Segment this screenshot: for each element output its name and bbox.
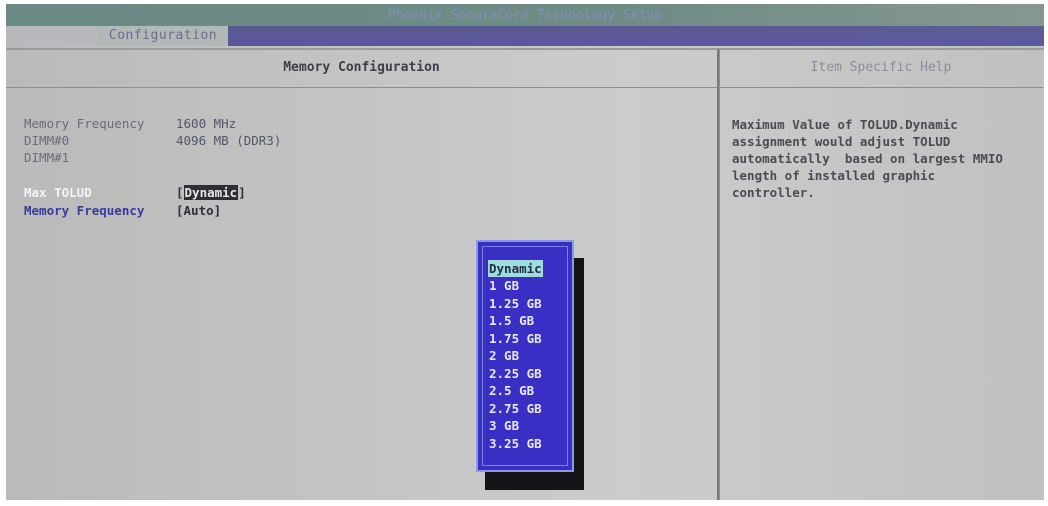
help-panel-header: Item Specific Help <box>719 49 1043 88</box>
popup-option-2-75gb[interactable]: 2.75 GB <box>489 400 542 417</box>
popup-option-3-25gb[interactable]: 3.25 GB <box>489 435 542 452</box>
tolud-options-popup: Dynamic 1 GB 1.25 GB 1.5 GB 1.75 GB 2 GB… <box>476 240 574 472</box>
info-value-dimm0: 4096 MB (DDR3) <box>176 133 282 148</box>
bracket-close: ] <box>238 185 246 200</box>
popup-option-2-25gb[interactable]: 2.25 GB <box>489 365 542 382</box>
option-memory-frequency-value[interactable]: [Auto] <box>176 203 221 218</box>
title-bar: Phoenix SecureCore Technology Setup <box>6 4 1044 26</box>
popup-option-3gb[interactable]: 3 GB <box>489 417 519 434</box>
popup-option-1-75gb[interactable]: 1.75 GB <box>489 330 542 347</box>
popup-option-1-25gb[interactable]: 1.25 GB <box>489 295 542 312</box>
popup-option-1-5gb[interactable]: 1.5 GB <box>489 312 534 329</box>
app-title: Phoenix SecureCore Technology Setup <box>388 8 662 23</box>
option-max-tolud-value[interactable]: [Dynamic] <box>176 185 246 200</box>
info-label-memory-frequency: Memory Frequency <box>24 116 145 131</box>
option-max-tolud-label[interactable]: Max TOLUD <box>24 185 92 200</box>
popup-option-2gb[interactable]: 2 GB <box>489 347 519 364</box>
info-value-memory-frequency: 1600 MHz <box>176 116 237 131</box>
info-label-dimm1: DIMM#1 <box>24 150 70 165</box>
tab-configuration[interactable]: Configuration <box>98 26 228 46</box>
tab-spacer <box>6 26 98 46</box>
popup-option-2-5gb[interactable]: 2.5 GB <box>489 382 534 399</box>
info-label-dimm0: DIMM#0 <box>24 133 70 148</box>
option-memory-frequency-label[interactable]: Memory Frequency <box>24 203 144 218</box>
tab-bar: Configuration <box>6 26 1044 46</box>
bracket-open: [ <box>176 185 184 200</box>
main-panel-header: Memory Configuration <box>6 49 717 88</box>
popup-option-dynamic[interactable]: Dynamic <box>488 260 543 277</box>
help-text: Maximum Value of TOLUD.Dynamic assignmen… <box>732 117 1003 200</box>
bios-screen: Phoenix SecureCore Technology Setup Conf… <box>6 4 1044 500</box>
option-max-tolud-value-highlight[interactable]: Dynamic <box>183 185 239 200</box>
popup-option-1gb[interactable]: 1 GB <box>489 277 519 294</box>
